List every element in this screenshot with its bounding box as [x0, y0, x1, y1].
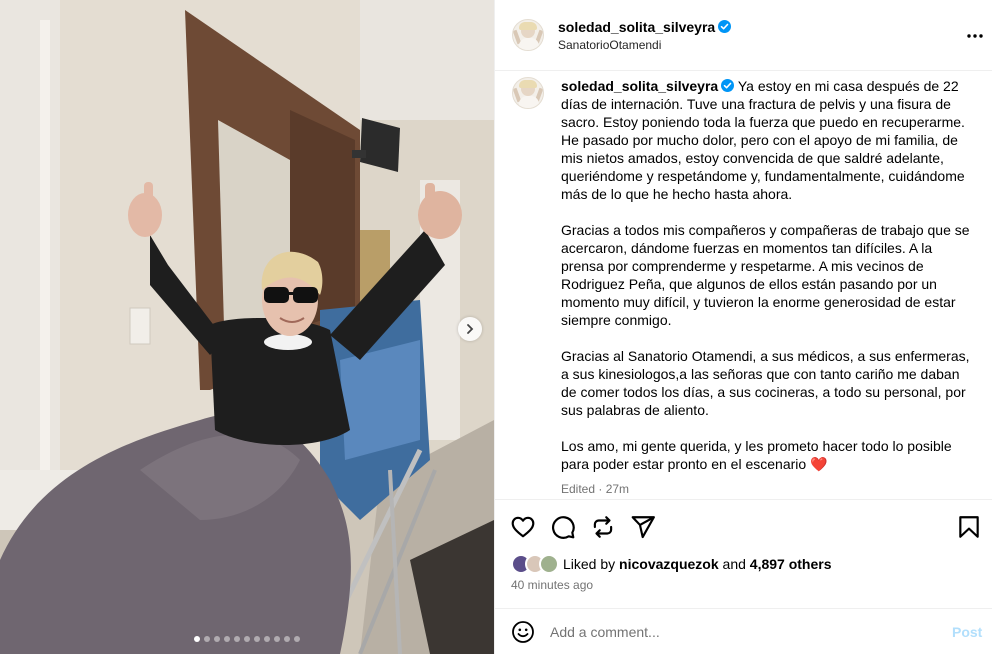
- liker-username[interactable]: nicovazquezok: [619, 556, 719, 572]
- emoji-icon[interactable]: [511, 620, 535, 644]
- carousel-dot: [254, 636, 260, 642]
- comment-icon[interactable]: [550, 514, 576, 540]
- likes-row: Liked by nicovazquezok and 4,897 others: [511, 553, 832, 575]
- carousel-dot: [214, 636, 220, 642]
- caption-username[interactable]: soledad_solita_silveyra: [561, 78, 718, 94]
- bookmark-icon[interactable]: [956, 514, 982, 540]
- post-media[interactable]: [0, 0, 494, 654]
- post-side-panel: soledad_solita_silveyra SanatorioOtamend…: [494, 0, 992, 654]
- likes-and: and: [722, 556, 746, 572]
- edited-timestamp: Edited · 27m: [561, 482, 630, 496]
- action-bar: Liked by nicovazquezok and 4,897 others …: [495, 499, 992, 609]
- post-time-ago[interactable]: 40 minutes ago: [511, 578, 593, 592]
- carousel-dot: [274, 636, 280, 642]
- carousel-dot: [234, 636, 240, 642]
- carousel-dot: [284, 636, 290, 642]
- comment-box: Post: [495, 608, 992, 654]
- post-comment-button[interactable]: Post: [952, 624, 982, 640]
- avatar[interactable]: [512, 19, 544, 51]
- post-header: soledad_solita_silveyra SanatorioOtamend…: [495, 0, 992, 71]
- verified-badge-icon: [718, 20, 732, 33]
- caption-paragraph: Gracias a todos mis compañeros y compañe…: [561, 222, 970, 328]
- carousel-dot: [224, 636, 230, 642]
- caption-text: soledad_solita_silveyra Ya estoy en mi c…: [561, 77, 971, 491]
- heart-emoji-icon: ❤️: [810, 456, 828, 472]
- likes-others-link[interactable]: 4,897 others: [750, 556, 832, 572]
- carousel-dot: [244, 636, 250, 642]
- carousel-dot: [204, 636, 210, 642]
- carousel-dot: [294, 636, 300, 642]
- header-username-row: soledad_solita_silveyra: [558, 19, 732, 35]
- carousel-dot: [194, 636, 200, 642]
- liker-avatar[interactable]: [539, 554, 559, 574]
- likes-text: Liked by nicovazquezok and 4,897 others: [563, 556, 832, 572]
- comment-input[interactable]: [550, 622, 930, 642]
- verified-badge-icon: [721, 79, 735, 92]
- location-link[interactable]: SanatorioOtamendi: [558, 38, 661, 52]
- likes-prefix: Liked by: [563, 556, 616, 572]
- repost-icon[interactable]: [590, 514, 616, 540]
- header-username[interactable]: soledad_solita_silveyra: [558, 19, 715, 35]
- avatar[interactable]: [512, 77, 544, 109]
- chevron-right-icon: [467, 324, 474, 334]
- caption-paragraph: Los amo, mi gente querida, y les prometo…: [561, 437, 971, 473]
- post-photo: [0, 0, 494, 654]
- caption-paragraph-text: Los amo, mi gente querida, y les prometo…: [561, 438, 952, 472]
- caption-paragraph: Gracias al Sanatorio Otamendi, a sus méd…: [561, 348, 970, 418]
- caption-paragraph-text: Ya estoy en mi casa después de 22 días d…: [561, 78, 965, 202]
- send-icon[interactable]: [630, 514, 656, 540]
- carousel-next-button[interactable]: [458, 317, 482, 341]
- caption-area: soledad_solita_silveyra Ya estoy en mi c…: [495, 72, 992, 498]
- carousel-dot: [264, 636, 270, 642]
- caption-paragraph: soledad_solita_silveyra Ya estoy en mi c…: [561, 77, 971, 203]
- heart-icon[interactable]: [510, 514, 536, 540]
- more-horizontal-icon[interactable]: [965, 26, 985, 46]
- carousel-dots: [0, 636, 494, 642]
